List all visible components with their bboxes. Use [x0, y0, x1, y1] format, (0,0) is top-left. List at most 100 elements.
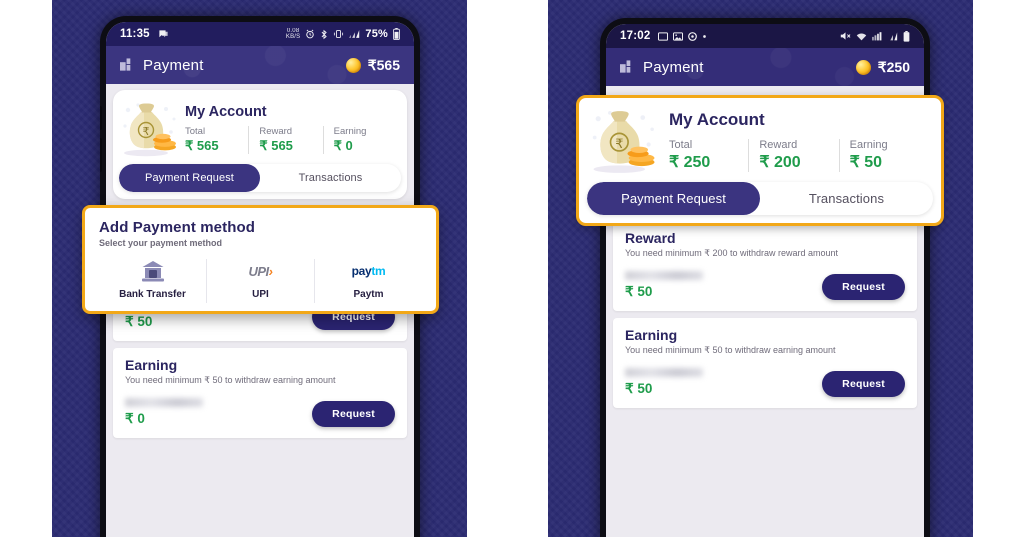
- stat-total: Total ₹ 565: [185, 126, 248, 154]
- left-earning-masked-account: [125, 398, 203, 407]
- screen-icon: [658, 31, 669, 41]
- upi-icon: UPI›: [248, 263, 273, 279]
- stat-total-value: ₹ 250: [669, 154, 711, 171]
- left-account-card: ₹ My Account Total ₹ 565 Reward ₹ 565 Ea…: [113, 90, 407, 199]
- svg-text:₹: ₹: [143, 125, 150, 138]
- method-paytm-label: Paytm: [353, 289, 384, 300]
- svg-text:₹: ₹: [615, 137, 623, 152]
- stat-reward: Reward ₹ 565: [248, 126, 322, 154]
- stat-earning: Earning ₹ 50: [838, 139, 929, 172]
- payment-icon: [620, 60, 635, 74]
- stat-total-label: Total: [669, 139, 693, 151]
- right-earning-request-button[interactable]: Request: [822, 371, 905, 397]
- mute-icon: [840, 31, 851, 41]
- method-paytm[interactable]: paytm Paytm: [314, 259, 422, 303]
- stat-reward-value: ₹ 565: [259, 138, 293, 153]
- right-account-title: My Account: [669, 110, 765, 129]
- stat-earning: Earning ₹ 0: [322, 126, 397, 154]
- left-app-header: Payment ₹565: [106, 46, 414, 84]
- tab-payment-request[interactable]: Payment Request: [119, 164, 260, 192]
- payment-method-list: Bank Transfer UPI› UPI paytm Paytm: [99, 259, 422, 303]
- status-bar-clock: 11:35: [120, 28, 150, 40]
- left-earning-amount: ₹ 0: [125, 411, 145, 426]
- comparison-stage: 11:35 0.08 KB/S 75% Payment ₹565 ₹ My Ac…: [0, 0, 1024, 537]
- wifi-icon: [856, 32, 867, 41]
- coin-icon: [345, 57, 361, 73]
- left-earning-request-button[interactable]: Request: [312, 401, 395, 427]
- right-status-bar: 17:02: [606, 24, 924, 48]
- stat-earning-label: Earning: [333, 126, 367, 137]
- chat-bubble-icon: [158, 29, 169, 40]
- paytm-icon: paytm: [351, 264, 386, 278]
- right-earning-section: Earning You need minimum ₹ 50 to withdra…: [613, 318, 917, 408]
- popup-title: Add Payment method: [99, 219, 255, 236]
- stat-reward-label: Reward: [259, 126, 293, 137]
- bank-icon: [103, 259, 202, 283]
- network-speed-indicator: 0.08 KB/S: [285, 28, 301, 40]
- right-earning-amount: ₹ 50: [625, 381, 653, 396]
- stat-reward-label: Reward: [759, 139, 798, 151]
- stat-earning-value: ₹ 0: [333, 138, 353, 153]
- right-reward-subtitle: You need minimum ₹ 200 to withdraw rewar…: [625, 248, 839, 258]
- stat-earning-value: ₹ 50: [849, 154, 883, 171]
- left-status-bar: 11:35 0.08 KB/S 75%: [106, 22, 414, 46]
- tab-transactions[interactable]: Transactions: [760, 182, 933, 215]
- vibrate-icon: [333, 29, 344, 39]
- stat-total-value: ₹ 565: [185, 138, 219, 153]
- battery-icon: [903, 30, 910, 42]
- tab-transactions[interactable]: Transactions: [260, 164, 401, 192]
- right-reward-request-button[interactable]: Request: [822, 274, 905, 300]
- stat-total: Total ₹ 250: [669, 139, 748, 172]
- alarm-icon: [305, 29, 315, 39]
- payment-icon: [120, 58, 135, 72]
- right-reward-amount: ₹ 50: [625, 284, 653, 299]
- right-status-bar-clock: 17:02: [620, 30, 651, 42]
- left-balance-label: ₹565: [367, 56, 400, 73]
- stat-total-label: Total: [185, 126, 206, 137]
- money-bag-icon: ₹: [587, 107, 661, 175]
- add-payment-method-popup: Add Payment method Select your payment m…: [82, 205, 439, 314]
- right-app-header: Payment ₹250: [606, 48, 924, 86]
- right-reward-section: Reward You need minimum ₹ 200 to withdra…: [613, 221, 917, 311]
- image-icon: [673, 31, 684, 41]
- status-bar-left-group: 11:35: [120, 28, 169, 40]
- left-account-stats: Total ₹ 565 Reward ₹ 565 Earning ₹ 0: [185, 126, 397, 154]
- stat-reward-value: ₹ 200: [759, 154, 801, 171]
- right-reward-title: Reward: [625, 230, 676, 246]
- status-bar-right-group: 0.08 KB/S 75%: [286, 28, 400, 40]
- right-status-bar-right-group: [840, 30, 910, 42]
- tab-payment-request[interactable]: Payment Request: [587, 182, 760, 215]
- money-bag-icon: ₹: [119, 100, 181, 158]
- phone-side-button-volume-down: [100, 138, 102, 172]
- left-earning-section: Earning You need minimum ₹ 50 to withdra…: [113, 348, 407, 438]
- battery-icon: [393, 28, 400, 40]
- right-earning-masked-account: [625, 368, 703, 377]
- right-reward-masked-account: [625, 271, 703, 280]
- right-status-bar-left-group: 17:02: [620, 30, 707, 42]
- stat-reward: Reward ₹ 200: [748, 139, 838, 172]
- network-icon: [872, 31, 883, 41]
- right-earning-subtitle: You need minimum ₹ 50 to withdraw earnin…: [625, 345, 836, 355]
- left-earning-subtitle: You need minimum ₹ 50 to withdraw earnin…: [125, 375, 336, 385]
- method-bank-transfer-label: Bank Transfer: [119, 289, 186, 300]
- right-tab-bar: Payment Request Transactions: [587, 182, 933, 215]
- method-bank-transfer[interactable]: Bank Transfer: [99, 259, 206, 303]
- right-app-title: Payment: [643, 58, 704, 76]
- bluetooth-icon: [320, 29, 328, 40]
- left-panel: 11:35 0.08 KB/S 75% Payment ₹565 ₹ My Ac…: [52, 0, 467, 537]
- method-upi[interactable]: UPI› UPI: [206, 259, 314, 303]
- phone-side-button-volume-up: [100, 106, 102, 130]
- left-earning-title: Earning: [125, 357, 178, 373]
- left-reward-amount: ₹ 50: [125, 314, 153, 329]
- signal-icon: [888, 31, 898, 41]
- left-app-title: Payment: [143, 56, 204, 74]
- method-upi-label: UPI: [252, 289, 269, 300]
- right-account-card-highlighted: ₹ My Account Total ₹ 250 Reward ₹ 200 Ea…: [576, 95, 944, 226]
- right-account-stats: Total ₹ 250 Reward ₹ 200 Earning ₹ 50: [669, 139, 929, 172]
- popup-subtitle: Select your payment method: [99, 238, 223, 248]
- coin-icon: [855, 59, 871, 75]
- stat-earning-label: Earning: [849, 139, 888, 151]
- dot-icon: [702, 34, 707, 39]
- right-earning-title: Earning: [625, 327, 678, 343]
- signal-icon: [349, 29, 360, 39]
